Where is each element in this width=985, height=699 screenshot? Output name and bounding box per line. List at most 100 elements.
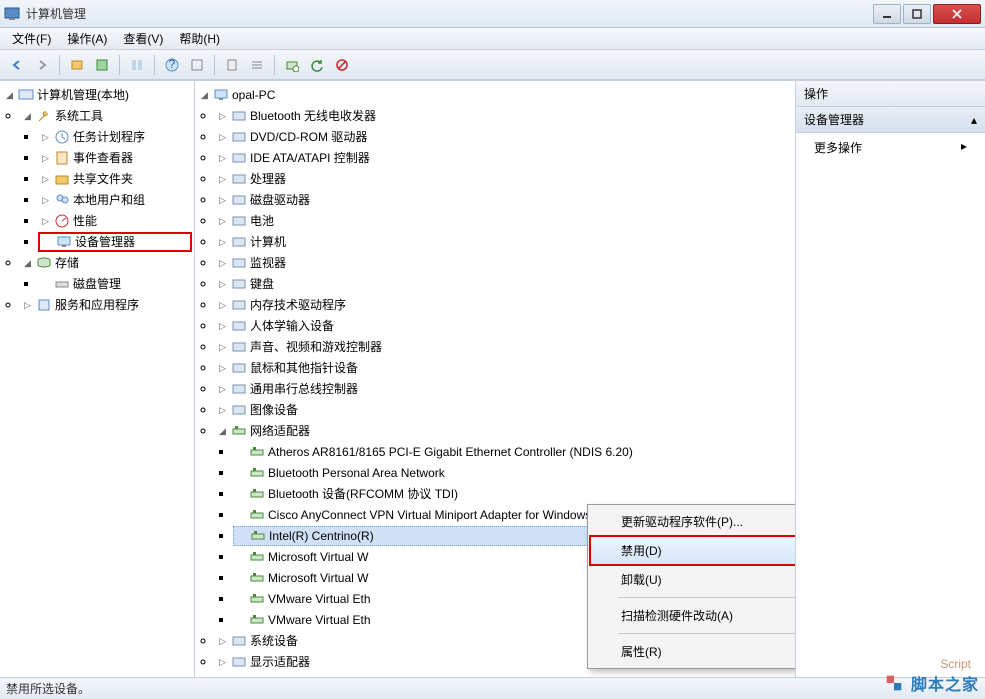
maximize-button[interactable] [903,4,931,24]
expand-icon[interactable]: ▷ [217,300,228,311]
category-icon [231,255,247,271]
collapse-icon[interactable]: ◢ [22,258,33,269]
tree-services[interactable]: ▷ 服务和应用程序 [20,295,192,315]
device-category[interactable]: ▷磁盘驱动器 [215,190,793,210]
menu-view[interactable]: 查看(V) [115,28,171,49]
expand-icon[interactable]: ▷ [40,153,51,164]
actions-header: 操作 [796,81,985,107]
device-category[interactable]: ▷处理器 [215,169,793,189]
device-category[interactable]: ▷IDE ATA/ATAPI 控制器 [215,148,793,168]
device-category[interactable]: ▷内存技术驱动程序 [215,295,793,315]
device-category[interactable]: ▷通用串行总线控制器 [215,379,793,399]
expand-icon[interactable]: ▷ [217,342,228,353]
menu-separator [618,597,795,598]
menu-uninstall[interactable]: 卸载(U) [590,565,795,594]
category-icon [231,171,247,187]
tree-label: 电池 [250,211,274,231]
toolbar-icon[interactable] [126,54,148,76]
tree-label: 事件查看器 [73,148,133,168]
tree-storage[interactable]: ◢ 存储 [20,253,192,273]
scan-hardware-icon[interactable] [281,54,303,76]
tree-item[interactable]: ▷本地用户和组 [38,190,192,210]
tree-label: Bluetooth 设备(RFCOMM 协议 TDI) [268,484,458,504]
more-actions[interactable]: 更多操作 ▸ [796,133,985,162]
tree-item[interactable]: ▷共享文件夹 [38,169,192,189]
menu-action[interactable]: 操作(A) [59,28,115,49]
menu-scan-hardware[interactable]: 扫描检测硬件改动(A) [590,601,795,630]
tree-root[interactable]: ◢ 计算机管理(本地) [2,85,192,105]
device-category[interactable]: ▷人体学输入设备 [215,316,793,336]
category-icon [231,276,247,292]
tree-label: Atheros AR8161/8165 PCI-E Gigabit Ethern… [268,442,633,462]
tree-label: 设备管理器 [75,232,135,252]
help-icon[interactable]: ? [161,54,183,76]
expand-icon[interactable]: ▷ [217,258,228,269]
toolbar-icon[interactable] [246,54,268,76]
expand-icon[interactable]: ▷ [40,174,51,185]
device-category[interactable]: ▷鼠标和其他指针设备 [215,358,793,378]
device-category[interactable]: ▷图像设备 [215,400,793,420]
tree-item[interactable]: ▷性能 [38,211,192,231]
expand-icon[interactable]: ▷ [217,321,228,332]
expand-icon[interactable]: ▷ [40,132,51,143]
tree-item[interactable]: ▷磁盘管理 [38,274,192,294]
actions-section-label: 设备管理器 [804,111,864,128]
tree-device-manager[interactable]: ▷设备管理器 [38,232,192,252]
minimize-button[interactable] [873,4,901,24]
expand-icon[interactable]: ▷ [217,132,228,143]
network-adapter-item[interactable]: ▷Atheros AR8161/8165 PCI-E Gigabit Ether… [233,442,793,462]
toolbar-icon[interactable] [186,54,208,76]
expand-icon[interactable]: ▷ [217,174,228,185]
device-category[interactable]: ▷计算机 [215,232,793,252]
device-tree-panel: ◢ opal-PC ▷Bluetooth 无线电收发器▷DVD/CD-ROM 驱… [195,81,795,677]
category-icon [231,150,247,166]
refresh-icon[interactable] [306,54,328,76]
menu-disable[interactable]: 禁用(D) [590,536,795,565]
expand-icon[interactable]: ▷ [217,111,228,122]
expand-icon[interactable]: ▷ [40,216,51,227]
tree-system-tools[interactable]: ◢ 系统工具 [20,106,192,126]
tree-item[interactable]: ▷ 事件查看器 [38,148,192,168]
network-adapter-item[interactable]: ▷Bluetooth Personal Area Network [233,463,793,483]
device-root[interactable]: ◢ opal-PC [197,85,793,105]
back-button[interactable] [6,54,28,76]
expand-icon[interactable]: ▷ [217,657,228,668]
expand-icon[interactable]: ▷ [40,195,51,206]
toolbar-icon[interactable] [66,54,88,76]
collapse-icon[interactable]: ◢ [199,90,210,101]
actions-section[interactable]: 设备管理器 ▴ [796,107,985,133]
device-category[interactable]: ▷ 电池 [215,211,793,231]
expand-icon[interactable]: ▷ [217,195,228,206]
device-category[interactable]: ▷监视器 [215,253,793,273]
toolbar-icon[interactable] [221,54,243,76]
network-adapter-item[interactable]: ▷Bluetooth 设备(RFCOMM 协议 TDI) [233,484,793,504]
device-category[interactable]: ▷DVD/CD-ROM 驱动器 [215,127,793,147]
expand-icon[interactable]: ▷ [217,153,228,164]
collapse-icon[interactable]: ◢ [217,426,228,437]
expand-icon[interactable]: ▷ [217,636,228,647]
menu-help[interactable]: 帮助(H) [171,28,228,49]
forward-button[interactable] [31,54,53,76]
device-category[interactable]: ▷Bluetooth 无线电收发器 [215,106,793,126]
device-category-network[interactable]: ◢网络适配器 [215,421,793,441]
expand-icon[interactable]: ▷ [217,237,228,248]
expand-icon[interactable]: ▷ [217,279,228,290]
tree-item[interactable]: ▷任务计划程序 [38,127,192,147]
expand-icon[interactable]: ▷ [217,384,228,395]
collapse-icon[interactable]: ◢ [4,90,15,101]
menu-file[interactable]: 文件(F) [4,28,59,49]
toolbar-icon[interactable] [91,54,113,76]
close-button[interactable] [933,4,981,24]
disable-icon[interactable] [331,54,353,76]
device-category[interactable]: ▷声音、视频和游戏控制器 [215,337,793,357]
expand-icon[interactable]: ▷ [217,363,228,374]
expand-icon[interactable]: ▷ [22,300,33,311]
expand-icon[interactable]: ▷ [217,405,228,416]
tree-label: VMware Virtual Eth [268,589,371,609]
menu-properties[interactable]: 属性(R) [590,637,795,666]
menu-update-driver[interactable]: 更新驱动程序软件(P)... [590,507,795,536]
collapse-icon[interactable]: ◢ [22,111,33,122]
device-category[interactable]: ▷键盘 [215,274,793,294]
network-adapter-icon [249,444,265,460]
expand-icon[interactable]: ▷ [217,216,228,227]
